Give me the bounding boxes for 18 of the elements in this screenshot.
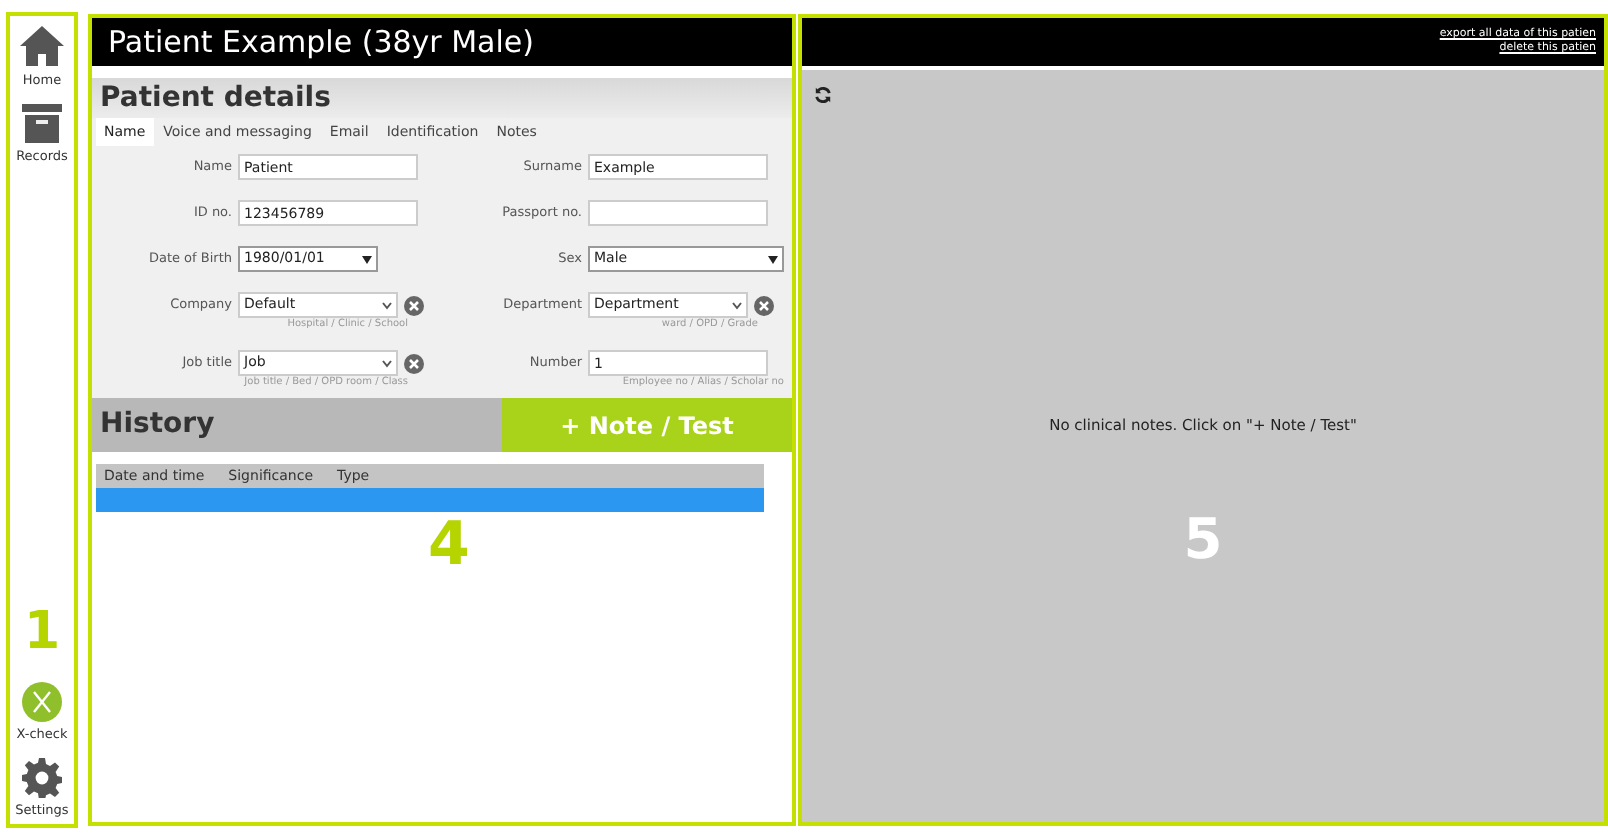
caret-icon	[362, 255, 372, 263]
chevron-icon	[382, 359, 392, 367]
caret-icon	[768, 255, 778, 263]
clear-icon[interactable]	[404, 295, 424, 315]
home-icon[interactable]	[17, 24, 66, 68]
archive-box-icon[interactable]	[21, 103, 62, 143]
settings-icon[interactable]	[21, 757, 62, 797]
annotation-number: 1	[23, 606, 61, 658]
clear-icon[interactable]	[404, 353, 424, 373]
annotation-number: 4	[428, 516, 470, 576]
history-title: History	[100, 406, 215, 444]
patient-title: Patient Example (38yr Male)	[108, 21, 534, 64]
input-field[interactable]	[588, 200, 768, 226]
chevron-icon	[382, 301, 392, 309]
clear-icon[interactable]	[754, 295, 774, 315]
chevron-icon	[732, 301, 742, 309]
refresh-icon[interactable]	[814, 86, 832, 104]
section-title: Patient details	[100, 79, 331, 117]
